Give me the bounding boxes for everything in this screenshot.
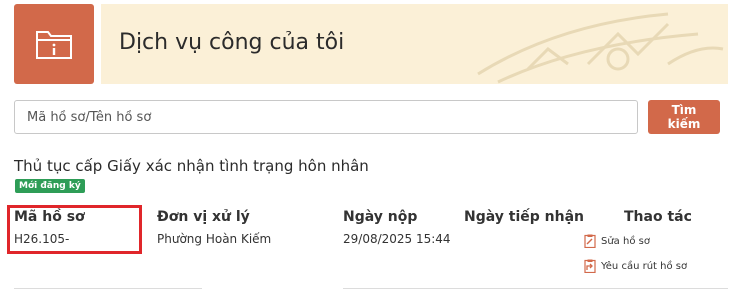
search-button[interactable]: Tìm kiếm xyxy=(648,100,720,134)
service-icon-box xyxy=(14,4,94,84)
page-header-banner: Dịch vụ công của tôi xyxy=(101,4,728,84)
column-header-actions: Thao tác xyxy=(624,209,692,225)
edit-document-icon xyxy=(584,234,596,248)
column-header-received: Ngày tiếp nhận xyxy=(464,209,584,225)
withdraw-document-icon xyxy=(584,259,596,273)
record-submitted-date: 29/08/2025 15:44 xyxy=(343,232,451,246)
edit-record-label: Sửa hồ sơ xyxy=(601,235,650,247)
column-header-submitted: Ngày nộp xyxy=(343,209,418,225)
withdraw-record-action[interactable]: Yêu cầu rút hồ sơ xyxy=(584,259,687,273)
row-divider xyxy=(343,288,728,289)
edit-record-action[interactable]: Sửa hồ sơ xyxy=(584,234,650,248)
search-input[interactable] xyxy=(14,100,638,134)
withdraw-record-label: Yêu cầu rút hồ sơ xyxy=(601,260,688,272)
folder-info-icon xyxy=(36,31,72,59)
drum-pattern-decoration xyxy=(477,12,724,84)
procedure-title: Thủ tục cấp Giấy xác nhận tình trạng hôn… xyxy=(14,157,369,175)
page-title: Dịch vụ công của tôi xyxy=(119,30,345,55)
record-unit: Phường Hoàn Kiếm xyxy=(157,232,272,246)
column-header-unit: Đơn vị xử lý xyxy=(157,209,250,225)
row-divider xyxy=(14,288,202,289)
status-badge: Mới đăng ký xyxy=(15,179,85,193)
highlight-box xyxy=(7,205,142,254)
